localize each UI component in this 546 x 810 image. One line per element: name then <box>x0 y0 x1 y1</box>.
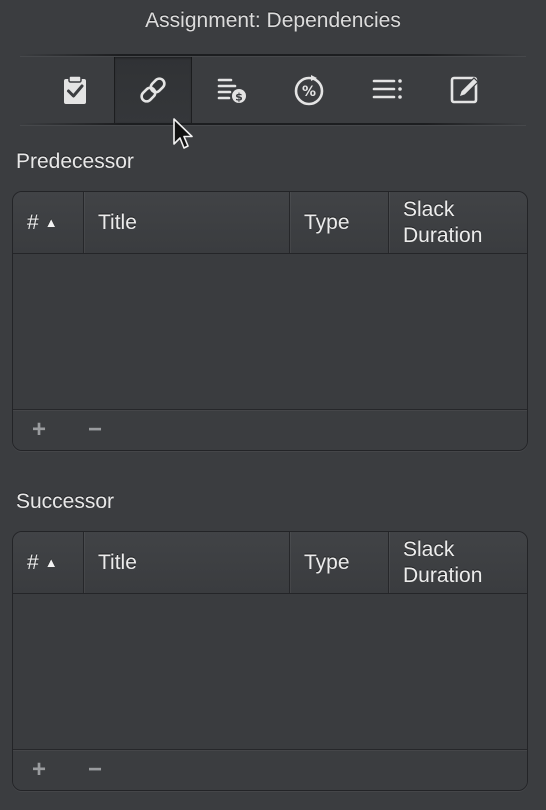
predecessor-table-header: # ▲ Title Type Slack Duration <box>13 192 527 254</box>
list-icon <box>372 79 402 99</box>
add-predecessor-button[interactable]: + <box>19 410 59 450</box>
successor-table: # ▲ Title Type Slack Duration + − <box>12 531 528 791</box>
sort-ascending-icon: ▲ <box>44 555 58 570</box>
panel-title: Assignment: Dependencies <box>145 9 401 32</box>
predecessor-table-body[interactable] <box>13 254 527 408</box>
column-type-header[interactable]: Type <box>290 532 389 593</box>
tab-notes[interactable] <box>426 57 504 123</box>
column-number-header[interactable]: # ▲ <box>13 192 84 253</box>
percent-progress-icon: % <box>294 75 324 106</box>
predecessor-table: # ▲ Title Type Slack Duration + − <box>12 191 528 451</box>
remove-successor-button[interactable]: − <box>75 750 115 790</box>
successor-table-footer: + − <box>13 749 527 790</box>
column-title-header[interactable]: Title <box>84 192 290 253</box>
predecessor-table-footer: + − <box>13 409 527 450</box>
tab-details[interactable] <box>348 57 426 123</box>
cost-list-icon: $ <box>217 78 246 104</box>
toolbar-top-divider <box>20 54 526 56</box>
add-successor-button[interactable]: + <box>19 750 59 790</box>
clipboard-check-icon <box>64 75 86 104</box>
toolbar-bottom-divider <box>20 123 526 125</box>
edit-icon <box>450 76 479 104</box>
column-number-header[interactable]: # ▲ <box>13 532 84 593</box>
predecessor-label: Predecessor <box>16 150 134 173</box>
link-icon <box>140 77 166 103</box>
successor-label: Successor <box>16 490 115 513</box>
svg-text:%: % <box>302 84 316 100</box>
column-slack-duration-header[interactable]: Slack Duration <box>389 192 527 253</box>
tab-cost[interactable]: $ <box>192 57 270 123</box>
successor-table-header: # ▲ Title Type Slack Duration <box>13 532 527 594</box>
column-slack-duration-header[interactable]: Slack Duration <box>389 532 527 593</box>
sort-ascending-icon: ▲ <box>44 215 58 230</box>
inspector-toolbar: $ % <box>36 57 504 123</box>
column-title-header[interactable]: Title <box>84 532 290 593</box>
remove-predecessor-button[interactable]: − <box>75 410 115 450</box>
mouse-pointer-icon <box>173 118 193 149</box>
tab-dependencies[interactable] <box>114 57 192 123</box>
column-type-header[interactable]: Type <box>290 192 389 253</box>
successor-table-body[interactable] <box>13 594 527 748</box>
tab-assignment-info[interactable] <box>36 57 114 123</box>
tab-progress[interactable]: % <box>270 57 348 123</box>
svg-text:$: $ <box>235 91 243 104</box>
